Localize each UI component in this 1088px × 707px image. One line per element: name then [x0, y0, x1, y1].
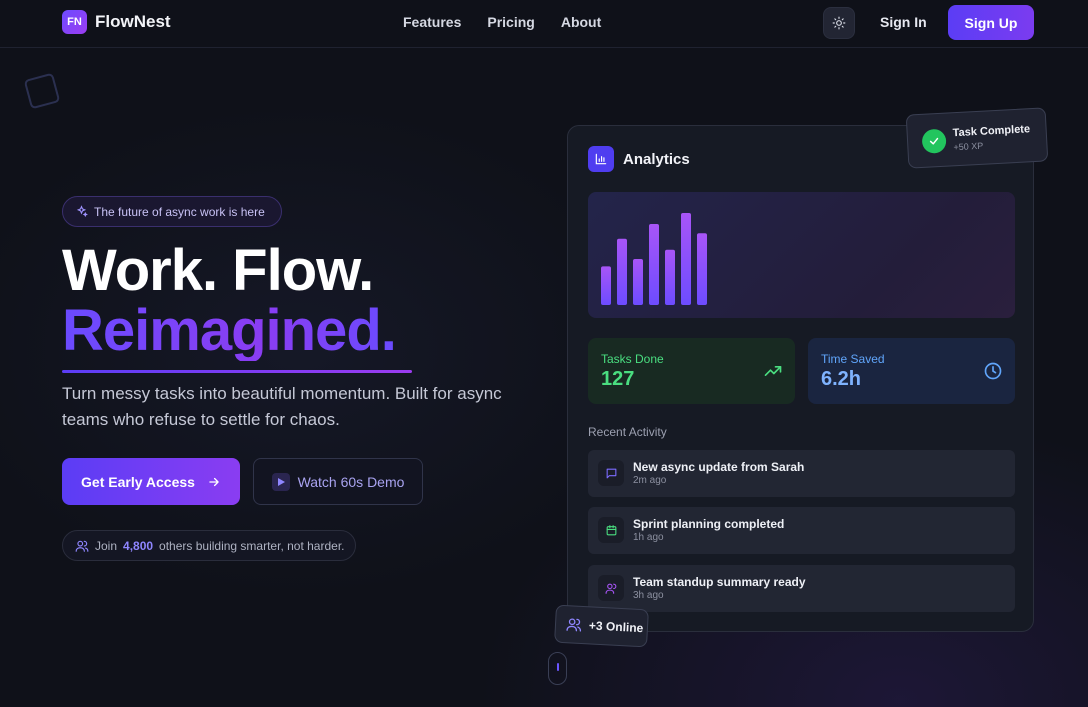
nav-link-pricing[interactable]: Pricing — [487, 14, 534, 30]
social-post: others building smarter, not harder. — [159, 538, 345, 553]
activity-title: New async update from Sarah — [633, 460, 805, 474]
hero-badge: The future of async work is here — [62, 196, 282, 227]
scroll-indicator[interactable] — [548, 652, 567, 685]
chart-bar — [649, 224, 659, 305]
chart-bar — [697, 233, 707, 305]
users-icon — [566, 618, 582, 632]
social-proof: Join 4,800 others building smarter, not … — [62, 530, 356, 561]
social-pre: Join — [95, 538, 118, 553]
chart-bar — [633, 259, 643, 305]
theme-toggle-button[interactable] — [823, 7, 855, 39]
social-count: 4,800 — [123, 538, 154, 553]
online-label: +3 Online — [588, 618, 644, 636]
stat-value: 127 — [601, 368, 635, 390]
stat-value: 6.2h — [821, 368, 862, 390]
logo-text: FlowNest — [95, 12, 171, 31]
activity-time: 1h ago — [633, 532, 664, 543]
hero-subtitle: Turn messy tasks into beautiful momentum… — [62, 384, 502, 429]
cta-label: Get Early Access — [81, 473, 195, 490]
activity-title: Team standup summary ready — [633, 575, 806, 589]
chart-bars — [601, 213, 707, 305]
get-early-access-button[interactable]: Get Early Access — [62, 458, 240, 505]
wallet-icon — [23, 72, 61, 110]
activity-chart — [588, 192, 1015, 318]
analytics-card: Analytics Tasks Done 127 Time Saved 6.2h… — [567, 125, 1034, 632]
stat-label: Time Saved — [821, 352, 885, 366]
nav-link-features[interactable]: Features — [403, 14, 461, 30]
toast-sub: +50 XP — [953, 140, 984, 153]
task-complete-toast: Task Complete +50 XP — [905, 107, 1049, 169]
chart-bar — [665, 249, 675, 305]
logo[interactable]: FN FlowNest — [62, 10, 171, 34]
nav-link-about[interactable]: About — [561, 14, 601, 30]
online-indicator: +3 Online — [554, 604, 649, 648]
calendar-icon — [598, 517, 624, 543]
sign-up-button[interactable]: Sign Up — [948, 5, 1034, 40]
hero-title-line1: Work. Flow. — [62, 238, 374, 303]
sun-icon — [832, 16, 846, 30]
play-icon — [271, 472, 290, 491]
arrow-right-icon — [209, 477, 219, 486]
nav-links: Features Pricing About — [403, 14, 601, 30]
activity-title: Sprint planning completed — [633, 517, 785, 531]
stat-tasks-done: Tasks Done 127 — [588, 338, 795, 404]
chart-bar — [617, 238, 627, 305]
stat-label: Tasks Done — [601, 352, 664, 366]
sign-in-link[interactable]: Sign In — [880, 14, 927, 30]
card-title: Analytics — [623, 150, 690, 168]
activity-item[interactable]: New async update from Sarah 2m ago — [588, 450, 1015, 497]
chart-bar — [601, 266, 611, 305]
sparkles-icon — [76, 205, 88, 218]
trending-up-icon — [764, 366, 782, 376]
users-icon — [598, 575, 624, 601]
hero-title-line2: Reimagined. — [62, 298, 397, 363]
hero-title: Work. Flow. Reimagined. — [62, 238, 397, 363]
recent-activity-heading: Recent Activity — [588, 425, 667, 439]
activity-item[interactable]: Sprint planning completed 1h ago — [588, 507, 1015, 554]
watch-demo-button[interactable]: Watch 60s Demo — [253, 458, 423, 505]
title-underline — [62, 370, 412, 373]
chart-bar — [681, 213, 691, 305]
users-icon — [75, 540, 89, 552]
logo-mark: FN — [62, 10, 87, 34]
activity-time: 3h ago — [633, 590, 664, 601]
demo-label: Watch 60s Demo — [297, 473, 405, 490]
message-icon — [598, 460, 624, 486]
stat-time-saved: Time Saved 6.2h — [808, 338, 1015, 404]
hero-badge-text: The future of async work is here — [94, 204, 265, 219]
clock-icon — [984, 362, 1002, 380]
top-nav: FN FlowNest Features Pricing About Sign … — [0, 0, 1088, 48]
card-header: Analytics — [588, 146, 690, 172]
check-icon — [921, 128, 947, 154]
toast-title: Task Complete — [952, 123, 1031, 140]
activity-item[interactable]: Team standup summary ready 3h ago — [588, 565, 1015, 612]
bar-chart-icon — [588, 146, 614, 172]
activity-time: 2m ago — [633, 475, 667, 486]
